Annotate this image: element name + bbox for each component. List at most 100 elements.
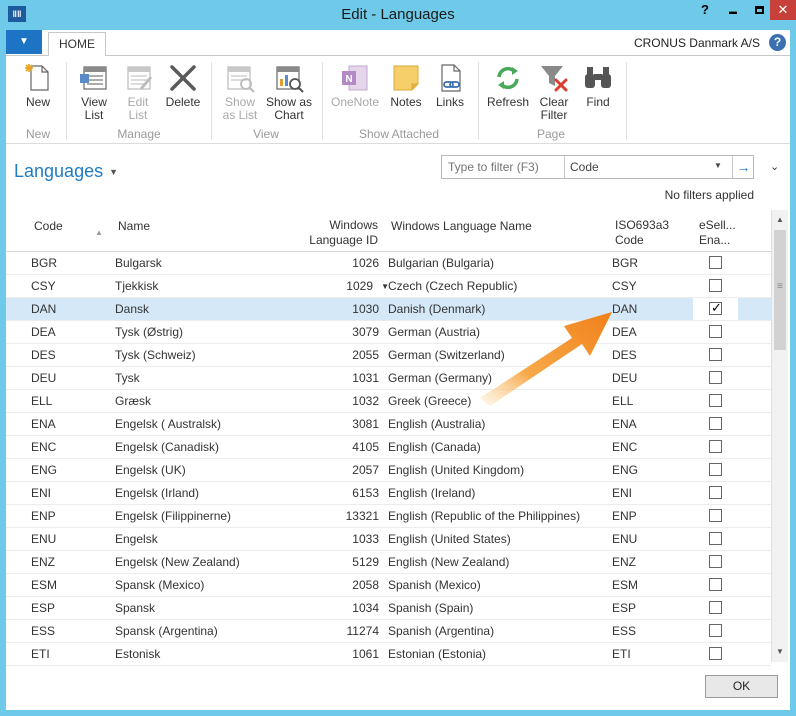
application-menu-button[interactable]: ▼: [6, 30, 42, 54]
vertical-scrollbar[interactable]: ▲ ≡ ▼: [771, 210, 788, 662]
table-row[interactable]: ETI Estonisk 1061 Estonian (Estonia) ETI: [6, 643, 771, 666]
table-row[interactable]: CSY Tjekkisk 1029 ▼ Czech (Czech Republic) CS…: [6, 275, 771, 298]
links-button[interactable]: Links: [430, 62, 470, 109]
ok-button[interactable]: OK: [705, 675, 778, 698]
esell-enabled-checkbox[interactable]: [709, 578, 722, 591]
column-header-windows-language-id[interactable]: Windows Language ID: [308, 218, 378, 248]
cell-windows-language-id: 3079: [352, 325, 379, 339]
table-row[interactable]: ENG Engelsk (UK) 2057 English (United Kingd…: [6, 459, 771, 482]
cell-name: Engelsk (Irland): [115, 486, 200, 500]
show-as-chart-button[interactable]: Show as Chart: [264, 62, 314, 122]
cell-code: ESS: [31, 624, 56, 638]
esell-enabled-checkbox[interactable]: [709, 417, 722, 430]
close-button[interactable]: ✕: [770, 0, 796, 20]
cell-windows-language-id: 1033: [352, 532, 379, 546]
table-row[interactable]: DEU Tysk 1031 German (Germany) DEU: [6, 367, 771, 390]
table-row[interactable]: ENP Engelsk (Filippinerne) 13321 English (R…: [6, 505, 771, 528]
filter-field-select[interactable]: Code: [570, 160, 599, 174]
esell-enabled-checkbox[interactable]: [709, 486, 722, 499]
show-as-list-icon: [227, 66, 255, 93]
view-list-button[interactable]: View List: [74, 62, 114, 122]
table-row[interactable]: ESS Spansk (Argentina) 11274 Spanish (Argen…: [6, 620, 771, 643]
column-header-name[interactable]: Name: [118, 219, 150, 234]
cell-code: ENP: [31, 509, 56, 523]
notes-button[interactable]: Notes: [386, 62, 426, 109]
cell-code: BGR: [31, 256, 58, 270]
table-row[interactable]: BGR Bulgarsk 1026 Bulgarian (Bulgaria) BGR: [6, 252, 771, 275]
esell-enabled-checkbox[interactable]: [709, 624, 722, 637]
esell-enabled-checkbox[interactable]: [709, 440, 722, 453]
minimize-button[interactable]: ▬: [720, 0, 746, 20]
esell-enabled-checkbox[interactable]: [709, 325, 722, 338]
cell-iso-code: ENG: [612, 463, 639, 477]
delete-button[interactable]: Delete: [162, 62, 204, 109]
delete-icon: [170, 65, 196, 91]
page-title[interactable]: Languages ▼: [14, 161, 118, 182]
cell-name: Tysk (Østrig): [115, 325, 183, 339]
table-row[interactable]: ESP Spansk 1034 Spanish (Spain) ESP: [6, 597, 771, 620]
table-row[interactable]: ENC Engelsk (Canadisk) 4105 English (Canada…: [6, 436, 771, 459]
collapse-chevron-icon[interactable]: ⌄: [770, 160, 779, 173]
show-as-chart-label-1: Show as: [265, 95, 313, 109]
esell-enabled-checkbox[interactable]: [709, 394, 722, 407]
view-list-label-1: View: [81, 95, 107, 109]
table-row[interactable]: ELL Græsk 1032 Greek (Greece) ELL: [6, 390, 771, 413]
maximize-button[interactable]: [746, 0, 772, 20]
table-row[interactable]: ESM Spansk (Mexico) 2058 Spanish (Mexico) ES…: [6, 574, 771, 597]
cell-code: DEA: [31, 325, 56, 339]
cell-windows-language-id: 11274: [346, 624, 379, 638]
show-as-list-button[interactable]: Show as List: [218, 62, 262, 122]
ribbon-separator: [626, 62, 627, 140]
find-button[interactable]: Find: [578, 62, 618, 109]
esell-enabled-checkbox[interactable]: [709, 601, 722, 614]
scroll-up-icon[interactable]: ▲: [772, 212, 788, 228]
table-row[interactable]: ENA Engelsk ( Australsk) 3081 English (Aust…: [6, 413, 771, 436]
grid-rows: BGR Bulgarsk 1026 Bulgarian (Bulgaria) BGR CS…: [6, 252, 771, 666]
chevron-down-icon[interactable]: ▼: [714, 161, 722, 170]
clear-filter-button[interactable]: Clear Filter: [534, 62, 574, 122]
view-list-icon: [80, 66, 107, 90]
refresh-button[interactable]: Refresh: [484, 62, 532, 109]
onenote-button[interactable]: N OneNote: [328, 62, 382, 109]
chevron-down-icon: ▼: [109, 167, 119, 178]
esell-enabled-checkbox[interactable]: [709, 509, 722, 522]
table-row[interactable]: DAN Dansk 1030 Danish (Denmark) DAN: [6, 298, 771, 321]
column-header-esell-enabled-2: Ena...: [699, 233, 731, 247]
esell-enabled-checkbox[interactable]: [709, 555, 722, 568]
help-icon[interactable]: ?: [769, 34, 786, 51]
column-header-esell-enabled[interactable]: eSell... Ena...: [699, 218, 736, 248]
esell-enabled-checkbox[interactable]: [709, 256, 722, 269]
notes-icon: [393, 65, 419, 91]
new-label: New: [25, 95, 50, 109]
esell-enabled-checkbox[interactable]: [709, 647, 722, 660]
table-row[interactable]: DES Tysk (Schweiz) 2055 German (Switzerland…: [6, 344, 771, 367]
cell-name: Engelsk (New Zealand): [115, 555, 240, 569]
esell-enabled-checkbox[interactable]: [709, 300, 722, 316]
cell-name: Engelsk ( Australsk): [115, 417, 222, 431]
window-help-button[interactable]: ?: [692, 0, 718, 20]
esell-enabled-checkbox[interactable]: [709, 532, 722, 545]
cell-code: ETI: [31, 647, 50, 661]
column-header-windows-language-name[interactable]: Windows Language Name: [391, 219, 532, 234]
arrow-right-icon[interactable]: →: [732, 156, 754, 178]
column-header-iso-code[interactable]: ISO693a3 Code: [615, 218, 669, 248]
cell-windows-language-name: Spanish (Spain): [388, 601, 474, 615]
cell-code: CSY: [31, 279, 56, 293]
esell-enabled-checkbox[interactable]: [709, 348, 722, 361]
table-row[interactable]: DEA Tysk (Østrig) 3079 German (Austria) DEA: [6, 321, 771, 344]
table-row[interactable]: ENI Engelsk (Irland) 6153 English (Ireland)…: [6, 482, 771, 505]
tab-home[interactable]: HOME: [48, 32, 106, 57]
table-row[interactable]: ENU Engelsk 1033 English (United States) ENU: [6, 528, 771, 551]
esell-enabled-checkbox[interactable]: [709, 463, 722, 476]
filter-input[interactable]: [442, 156, 565, 178]
esell-enabled-checkbox[interactable]: [709, 371, 722, 384]
column-header-code[interactable]: Code: [34, 219, 63, 234]
cell-iso-code: BGR: [612, 256, 639, 270]
find-label: Find: [586, 95, 610, 109]
edit-list-button[interactable]: Edit List: [118, 62, 158, 122]
scroll-down-icon[interactable]: ▼: [772, 644, 788, 660]
table-row[interactable]: ENZ Engelsk (New Zealand) 5129 English (New…: [6, 551, 771, 574]
languages-grid: Code ▲ Name Windows Language ID Windows …: [6, 210, 771, 670]
esell-enabled-checkbox[interactable]: [709, 279, 722, 292]
new-button[interactable]: New: [20, 62, 56, 109]
